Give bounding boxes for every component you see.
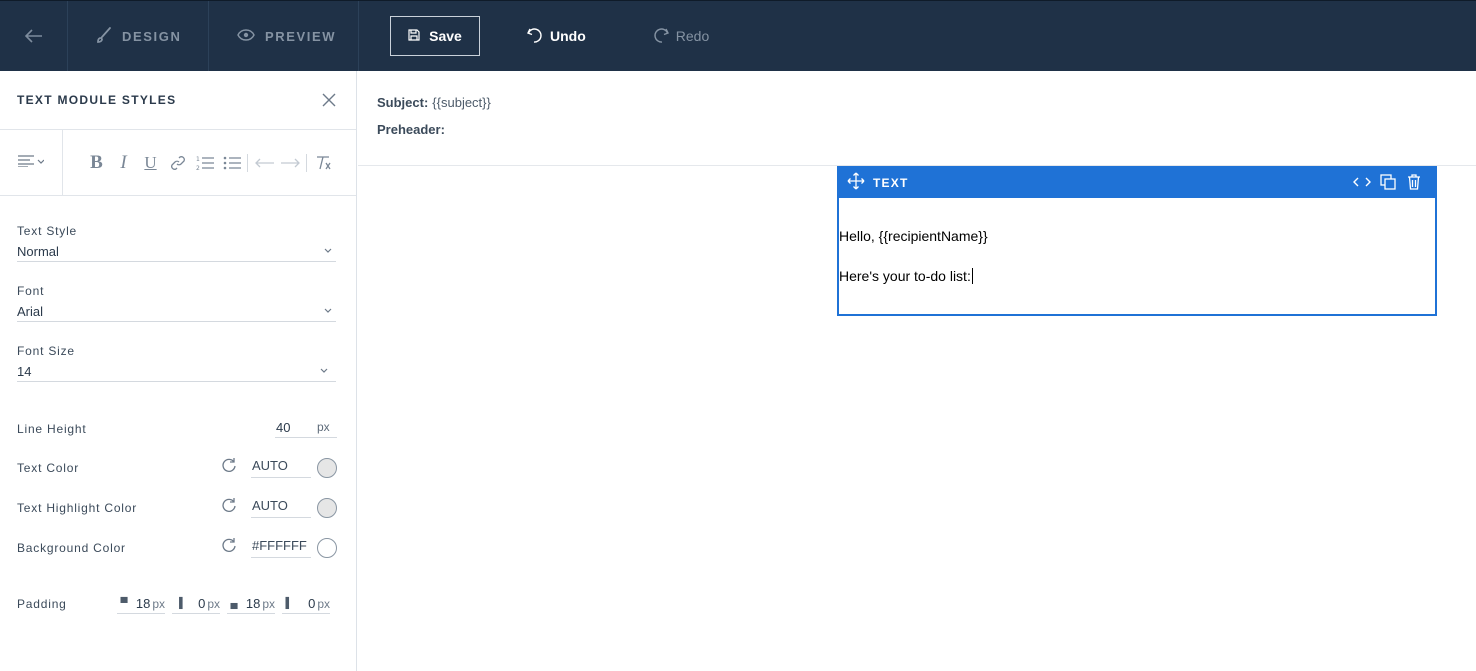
svg-text:2: 2 xyxy=(196,165,200,171)
highlight-color-input[interactable]: AUTO xyxy=(251,498,311,518)
module-title: TEXT xyxy=(873,176,909,190)
highlight-color-row: Text Highlight Color AUTO xyxy=(17,497,337,518)
text-cursor xyxy=(971,268,973,284)
font-size-select[interactable]: 14 xyxy=(17,362,336,382)
reset-icon[interactable] xyxy=(221,537,239,558)
font-select[interactable]: Arial xyxy=(17,302,336,322)
background-color-row: Background Color #FFFFFF xyxy=(17,537,337,558)
highlight-color-label: Text Highlight Color xyxy=(17,500,138,515)
highlight-color-swatch[interactable] xyxy=(317,497,337,518)
line-height-unit: px xyxy=(317,420,337,438)
font-size-value: 14 xyxy=(17,364,32,379)
background-color-label: Background Color xyxy=(17,540,126,555)
underline-icon[interactable]: U xyxy=(137,151,164,175)
link-icon[interactable] xyxy=(164,151,191,175)
font-size-field: Font Size 14 xyxy=(17,344,336,382)
font-field: Font Arial xyxy=(17,284,336,322)
padding-top-icon: ▀ xyxy=(120,598,128,609)
trash-icon[interactable] xyxy=(1401,173,1427,193)
text-color-label: Text Color xyxy=(17,460,80,475)
line-height-row: Line Height 40 px xyxy=(17,420,337,438)
line-height-label: Line Height xyxy=(17,422,87,436)
text-color-input[interactable]: AUTO xyxy=(251,458,311,478)
redo-icon xyxy=(652,27,670,46)
email-canvas: Subject: {{subject}} Preheader: TEXT Hell… xyxy=(358,71,1476,671)
subject-label: Subject: xyxy=(377,95,429,110)
text-color-row: Text Color AUTO xyxy=(17,457,337,478)
text-style-field: Text Style Normal xyxy=(17,224,336,262)
padding-top-input[interactable]: ▀ 18 px xyxy=(117,594,165,614)
text-color-swatch[interactable] xyxy=(317,457,337,478)
back-arrow-icon[interactable] xyxy=(0,1,68,71)
tab-design-label: DESIGN xyxy=(122,28,182,44)
text-line-greeting: Hello, {{recipientName}} xyxy=(839,228,988,244)
save-button[interactable]: Save xyxy=(390,16,480,56)
format-toolbar: B I U 12 xyxy=(0,129,356,196)
text-module-header: TEXT xyxy=(839,168,1435,198)
undo-label: Undo xyxy=(550,28,586,44)
redo-label: Redo xyxy=(675,28,710,44)
duplicate-icon[interactable] xyxy=(1375,173,1401,193)
padding-row: Padding ▀ 18 px ▐ 0 px ▄ 18 px ▌ 0 px xyxy=(17,594,337,614)
chevron-down-icon xyxy=(324,246,336,257)
svg-text:1: 1 xyxy=(196,156,200,163)
padding-left-input[interactable]: ▌ 0 px xyxy=(282,594,330,614)
clear-format-icon[interactable] xyxy=(309,151,336,175)
chevron-down-icon xyxy=(324,306,336,317)
padding-right-input[interactable]: ▐ 0 px xyxy=(172,594,220,614)
undo-icon xyxy=(526,27,544,46)
toolbar-divider xyxy=(306,153,307,172)
code-icon[interactable] xyxy=(1349,175,1375,191)
align-dropdown[interactable] xyxy=(0,129,63,196)
background-color-input[interactable]: #FFFFFF xyxy=(251,538,311,558)
text-style-label: Text Style xyxy=(17,224,78,238)
preheader-line[interactable]: Preheader: xyxy=(377,122,1476,149)
font-value: Arial xyxy=(17,304,44,319)
email-meta: Subject: {{subject}} Preheader: xyxy=(358,71,1476,166)
text-module-content[interactable]: Hello, {{recipientName}} Here's your to-… xyxy=(839,198,1435,308)
italic-icon[interactable]: I xyxy=(110,151,137,175)
subject-value: {{subject}} xyxy=(432,95,491,110)
font-label: Font xyxy=(17,284,45,298)
line-height-input[interactable]: 40 xyxy=(275,420,317,438)
eye-icon xyxy=(237,28,255,44)
text-style-value: Normal xyxy=(17,244,59,259)
toolbar-divider xyxy=(247,153,248,172)
redo-button[interactable]: Redo xyxy=(652,27,709,46)
background-color-swatch[interactable] xyxy=(317,537,337,558)
padding-label: Padding xyxy=(17,597,67,611)
padding-bottom-icon: ▄ xyxy=(230,598,238,609)
move-icon[interactable] xyxy=(847,172,865,195)
text-style-select[interactable]: Normal xyxy=(17,242,336,262)
reset-icon[interactable] xyxy=(221,457,239,478)
style-panel: TEXT MODULE STYLES B I U 12 Text Style N… xyxy=(0,71,357,671)
brush-icon xyxy=(96,26,112,46)
padding-left-icon: ▌ xyxy=(285,598,293,609)
save-icon xyxy=(408,28,420,44)
indent-icon[interactable] xyxy=(277,151,304,175)
chevron-down-icon xyxy=(320,366,336,377)
tab-design[interactable]: DESIGN xyxy=(68,1,209,71)
preheader-label: Preheader: xyxy=(377,122,445,137)
text-module[interactable]: TEXT Hello, {{recipientName}} Here's you… xyxy=(837,166,1437,316)
reset-icon[interactable] xyxy=(221,497,239,518)
outdent-icon[interactable] xyxy=(250,151,277,175)
top-bar: DESIGN PREVIEW Save Undo Redo xyxy=(0,0,1476,71)
bold-icon[interactable]: B xyxy=(83,151,110,175)
bullet-list-icon[interactable] xyxy=(218,151,245,175)
text-line-todo: Here's your to-do list: xyxy=(839,268,973,284)
padding-bottom-input[interactable]: ▄ 18 px xyxy=(227,594,275,614)
tab-preview[interactable]: PREVIEW xyxy=(209,1,359,71)
tab-preview-label: PREVIEW xyxy=(265,28,337,44)
ordered-list-icon[interactable]: 12 xyxy=(191,151,218,175)
subject-line[interactable]: Subject: {{subject}} xyxy=(377,95,1476,122)
undo-button[interactable]: Undo xyxy=(526,27,586,46)
padding-right-icon: ▐ xyxy=(175,598,183,609)
panel-title: TEXT MODULE STYLES xyxy=(17,93,177,107)
font-size-label: Font Size xyxy=(17,344,75,358)
save-label: Save xyxy=(429,28,462,44)
close-icon[interactable] xyxy=(322,89,336,111)
align-left-icon xyxy=(18,154,45,172)
